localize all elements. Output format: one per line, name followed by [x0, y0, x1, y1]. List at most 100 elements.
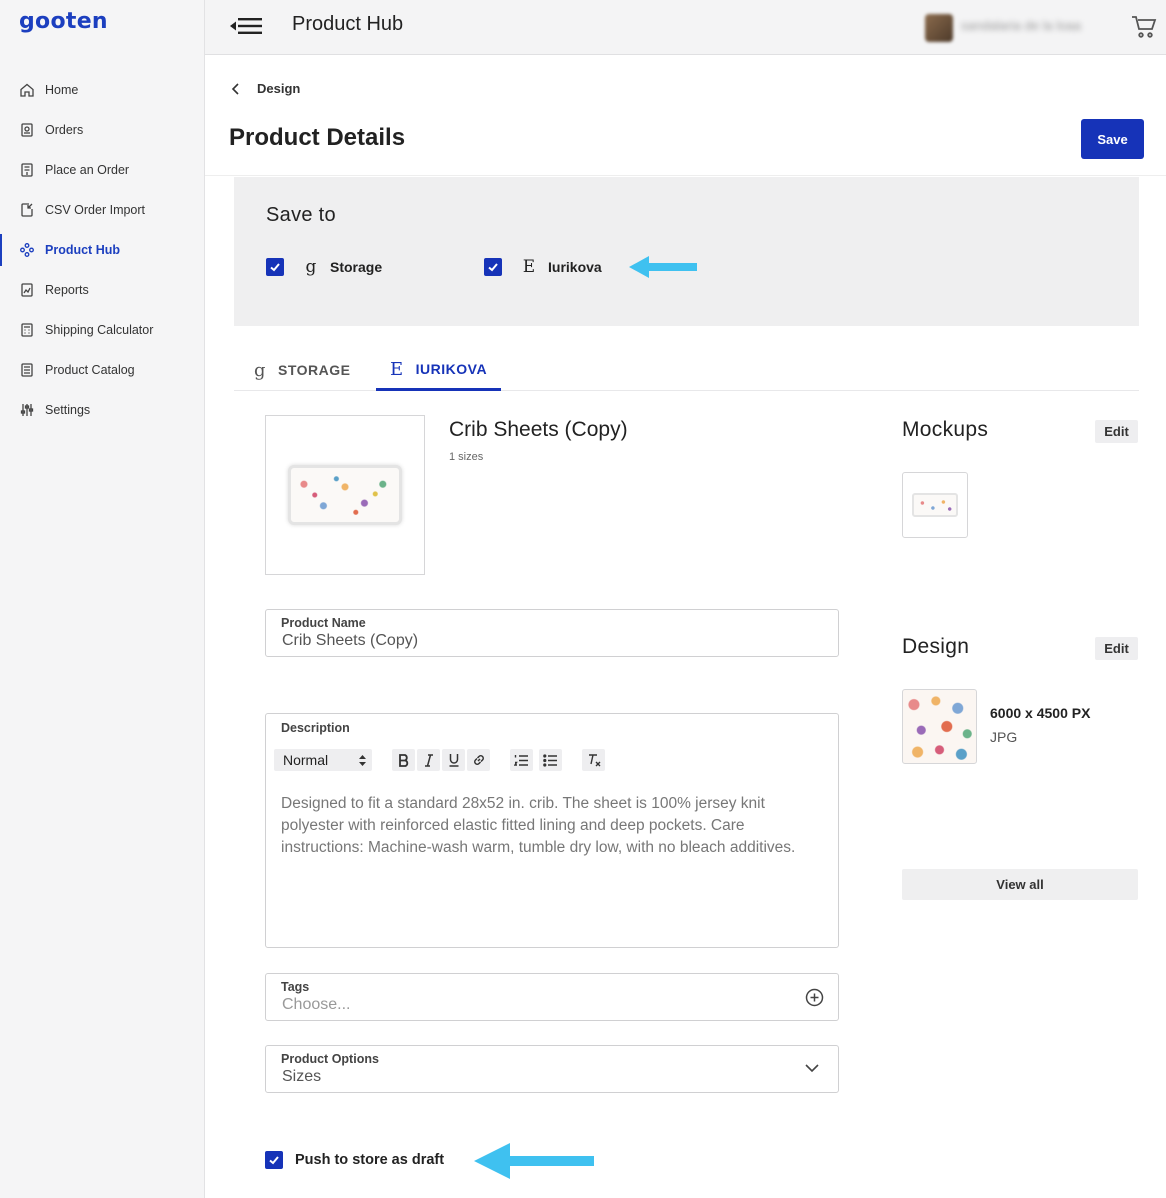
- add-circle-icon[interactable]: [805, 988, 824, 1007]
- save-to-iurikova-option[interactable]: E Iurikova: [484, 257, 602, 277]
- sidebar-item-orders[interactable]: Orders: [0, 110, 204, 150]
- italic-icon: [424, 753, 433, 767]
- product-name-label: Product Name: [281, 616, 366, 630]
- top-bar: Product Hub sandalaria de la loaa: [205, 0, 1166, 55]
- crib-sheet-image: [288, 465, 402, 525]
- sidebar-item-label: Home: [45, 83, 79, 97]
- etsy-brand-icon: E: [390, 358, 404, 380]
- checkmark-icon: [488, 263, 498, 272]
- csv-import-icon: [21, 203, 33, 217]
- mockup-thumbnail[interactable]: [902, 472, 968, 538]
- gooten-logo[interactable]: gooten: [19, 9, 108, 34]
- design-thumbnail[interactable]: [902, 689, 977, 764]
- save-to-storage-option[interactable]: g Storage: [266, 257, 382, 277]
- collapse-menu-icon[interactable]: [230, 15, 264, 37]
- sidebar-item-label: Product Catalog: [45, 363, 135, 377]
- mockup-image: [912, 493, 958, 517]
- place-order-icon: [21, 163, 33, 177]
- tab-label: STORAGE: [278, 362, 351, 378]
- design-edit-button[interactable]: Edit: [1095, 637, 1138, 660]
- avatar[interactable]: [925, 14, 953, 42]
- design-format: JPG: [990, 729, 1018, 745]
- tab-storage[interactable]: g STORAGE: [240, 350, 365, 390]
- ordered-list-icon: [514, 754, 528, 766]
- description-field: Description Normal Designed to fit a sta…: [265, 713, 839, 948]
- sidebar-item-label: Place an Order: [45, 163, 130, 177]
- sidebar-item-place-order[interactable]: Place an Order: [0, 150, 204, 190]
- checkmark-icon: [269, 1156, 279, 1165]
- home-icon: [20, 83, 34, 97]
- breadcrumb[interactable]: Design: [230, 81, 300, 96]
- sidebar-item-label: Product Hub: [45, 243, 120, 257]
- chevron-down-icon[interactable]: [805, 1064, 819, 1073]
- mockups-edit-button[interactable]: Edit: [1095, 420, 1138, 443]
- link-button[interactable]: [467, 749, 490, 771]
- tags-label: Tags: [281, 980, 310, 994]
- link-icon: [473, 755, 484, 765]
- push-draft-option[interactable]: Push to store as draft: [265, 1151, 444, 1169]
- product-title: Crib Sheets (Copy): [449, 418, 628, 441]
- sidebar-item-label: Settings: [45, 403, 91, 417]
- sidebar-item-shipping-calculator[interactable]: Shipping Calculator: [0, 310, 204, 350]
- description-label: Description: [281, 721, 350, 735]
- bullet-list-icon: [543, 753, 557, 767]
- ordered-list-button[interactable]: [510, 749, 533, 771]
- design-dimensions: 6000 x 4500 PX: [990, 705, 1091, 721]
- gooten-brand-icon: g: [305, 257, 317, 277]
- arrow-left-icon: [629, 256, 697, 278]
- tags-input[interactable]: Choose...: [282, 996, 350, 1014]
- sidebar-item-product-hub[interactable]: Product Hub: [0, 230, 204, 270]
- orders-icon: [21, 123, 33, 137]
- chevron-left-icon: [231, 82, 239, 95]
- store-tabs: g STORAGE E IURIKOVA: [234, 350, 1139, 391]
- italic-button[interactable]: [417, 749, 440, 771]
- push-draft-checkbox[interactable]: [265, 1151, 283, 1169]
- push-draft-label: Push to store as draft: [295, 1152, 445, 1168]
- select-arrows-icon: [359, 754, 366, 766]
- divider: [205, 175, 1166, 176]
- product-options-field[interactable]: Product Options Sizes: [265, 1045, 839, 1093]
- product-name-field[interactable]: Product Name Crib Sheets (Copy): [265, 609, 839, 657]
- bold-icon: [398, 753, 408, 767]
- storage-label: Storage: [330, 259, 383, 275]
- sidebar-item-label: Orders: [45, 123, 84, 137]
- save-to-panel: Save to g Storage E Iurikova: [234, 177, 1139, 326]
- sidebar-item-label: Reports: [45, 283, 89, 297]
- user-name[interactable]: sandalaria de la loaa: [961, 18, 1081, 33]
- bullet-list-button[interactable]: [539, 749, 562, 771]
- page-title: Product Details: [229, 124, 406, 151]
- tab-label: IURIKOVA: [415, 361, 488, 377]
- design-title: Design: [902, 635, 970, 658]
- tab-iurikova[interactable]: E IURIKOVA: [376, 350, 502, 391]
- clear-format-button[interactable]: [582, 749, 605, 771]
- sidebar-item-product-catalog[interactable]: Product Catalog: [0, 350, 204, 390]
- arrow-left-icon: [474, 1143, 594, 1179]
- view-all-button[interactable]: View all: [902, 869, 1138, 900]
- product-name-input[interactable]: Crib Sheets (Copy): [282, 632, 418, 650]
- save-button[interactable]: Save: [1081, 119, 1144, 159]
- description-editor[interactable]: Designed to fit a standard 28x52 in. cri…: [281, 793, 826, 859]
- settings-icon: [20, 404, 34, 416]
- product-options-label: Product Options: [281, 1052, 379, 1066]
- iurikova-checkbox[interactable]: [484, 258, 502, 276]
- storage-checkbox[interactable]: [266, 258, 284, 276]
- text-style-select[interactable]: Normal: [274, 749, 372, 771]
- sidebar-item-settings[interactable]: Settings: [0, 390, 204, 430]
- underline-button[interactable]: [442, 749, 465, 771]
- tags-field[interactable]: Tags Choose...: [265, 973, 839, 1021]
- sidebar-item-reports[interactable]: Reports: [0, 270, 204, 310]
- etsy-brand-icon: E: [522, 257, 536, 277]
- sidebar-item-csv-import[interactable]: CSV Order Import: [0, 190, 204, 230]
- catalog-icon: [21, 363, 33, 377]
- calculator-icon: [21, 323, 33, 337]
- rich-text-toolbar: Normal: [274, 749, 605, 771]
- sidebar-nav: Home Orders Place an Order CSV Order Imp…: [0, 70, 204, 430]
- product-hub-icon: [20, 243, 34, 257]
- product-options-value: Sizes: [282, 1068, 322, 1085]
- sidebar-item-home[interactable]: Home: [0, 70, 204, 110]
- save-to-title: Save to: [266, 204, 336, 226]
- sidebar-item-label: CSV Order Import: [45, 203, 146, 217]
- cart-icon[interactable]: [1131, 15, 1157, 39]
- bold-button[interactable]: [392, 749, 415, 771]
- product-thumbnail: [265, 415, 425, 575]
